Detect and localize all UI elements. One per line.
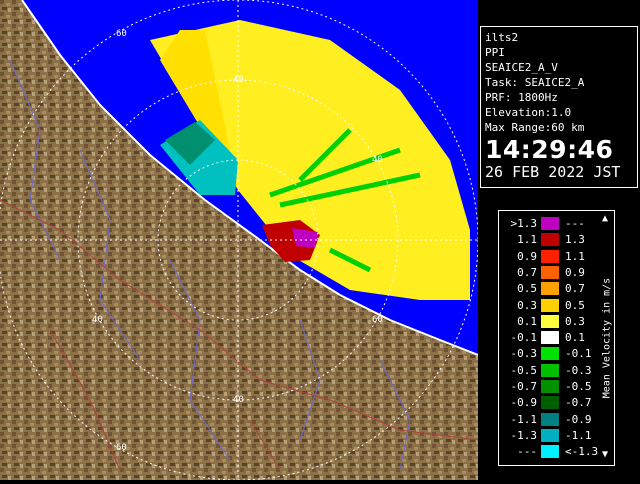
legend-low-value: 0.9 — [517, 249, 537, 263]
radar-map[interactable]: 60 40 40 40 40 60 60 — [0, 0, 478, 480]
legend-high-value: 0.1 — [565, 331, 585, 345]
max-range-value: Max Range:60 km — [485, 121, 585, 134]
legend-high-value: --- — [565, 217, 585, 230]
legend-high-value: 0.9 — [565, 265, 585, 279]
legend-swatch — [541, 396, 559, 410]
legend-low-value: -0.3 — [510, 347, 538, 361]
legend-high-value: 0.3 — [565, 314, 585, 328]
prf-value: PRF: 1800Hz — [485, 91, 558, 104]
ring-label-e40: 40 — [372, 155, 383, 165]
legend-low-value: 0.3 — [517, 298, 537, 312]
legend-low-value: -0.1 — [510, 331, 538, 345]
legend-high-value: <-1.3 — [565, 445, 599, 459]
legend-row: 0.9 1.1 — [499, 249, 599, 264]
legend-high-value: 1.3 — [565, 233, 585, 247]
legend-row: -1.1 -0.9 — [499, 412, 599, 427]
legend-bottom-arrow-icon: ▼ — [602, 449, 609, 460]
legend-title: Mean Velocity in m/s — [601, 277, 613, 399]
legend-low-value: -0.5 — [510, 363, 538, 377]
radar-svg: 60 40 40 40 40 60 60 — [0, 0, 478, 480]
legend-row: 0.7 0.9 — [499, 265, 599, 280]
product-name: SEAICE2_A_V — [485, 61, 558, 74]
legend-high-value: 0.5 — [565, 298, 585, 312]
legend-low-value: -1.1 — [510, 412, 538, 426]
legend-low-value: 0.7 — [517, 265, 537, 279]
legend-high-value: -0.5 — [565, 380, 592, 393]
scan-date: 26 FEB 2022 JST — [485, 163, 621, 181]
ring-label-s40: 40 — [233, 395, 244, 405]
legend-swatch — [541, 445, 559, 459]
site-name: ilts2 — [485, 31, 519, 44]
elevation-value: Elevation:1.0 — [485, 106, 572, 119]
ring-label-w40: 40 — [92, 315, 103, 325]
legend-row: 0.1 0.3 — [499, 314, 599, 329]
legend-swatch — [541, 282, 559, 296]
legend-swatch — [541, 380, 559, 393]
legend-low-value: --- — [517, 445, 537, 459]
legend-high-value: -0.3 — [565, 363, 592, 377]
legend-swatch — [541, 249, 559, 263]
ring-label-n60: 60 — [116, 29, 127, 39]
legend-low-value: 0.1 — [517, 314, 537, 328]
legend-row: -0.7 -0.5 — [499, 379, 599, 394]
legend-swatch — [541, 428, 559, 442]
legend-row: -0.3 -0.1 — [499, 346, 599, 361]
legend-high-value: -0.7 — [565, 396, 592, 410]
legend-low-value: -0.7 — [510, 380, 538, 393]
task-name: Task: SEAICE2_A — [485, 76, 585, 89]
legend-high-value: -0.9 — [565, 412, 592, 426]
ring-label-se60: 60 — [372, 315, 383, 325]
scan-time: 14:29:46 — [485, 135, 614, 164]
info-panel: ilts2 PPI SEAICE2_A_V Task: SEAICE2_A PR… — [480, 26, 638, 188]
legend-high-value: -0.1 — [565, 347, 592, 361]
legend-row: 0.3 0.5 — [499, 298, 599, 313]
legend-row: -0.5 -0.3 — [499, 363, 599, 378]
legend-low-value: -1.3 — [510, 428, 538, 442]
legend-swatch — [541, 347, 559, 361]
legend-low-value: 1.1 — [517, 233, 537, 247]
legend-row: 0.5 0.7 — [499, 281, 599, 296]
legend-row: 1.1 1.3 — [499, 232, 599, 247]
legend-swatch — [541, 233, 559, 247]
legend-row: --- <-1.3 — [499, 444, 599, 459]
legend-swatch — [541, 217, 559, 230]
ring-label-n40: 40 — [233, 75, 244, 85]
legend-low-value: -0.9 — [510, 396, 538, 410]
legend-low-value: 0.5 — [517, 282, 537, 296]
legend-high-value: -1.1 — [565, 428, 592, 442]
legend-row: -1.3 -1.1 — [499, 428, 599, 443]
legend-row: -0.9 -0.7 — [499, 395, 599, 410]
legend-top-arrow-icon: ▲ — [602, 213, 609, 224]
legend-row: -0.1 0.1 — [499, 330, 599, 345]
legend-swatch — [541, 412, 559, 426]
legend-swatch — [541, 265, 559, 279]
legend-swatch — [541, 298, 559, 312]
legend-row: >1.3 --- — [499, 216, 599, 231]
legend-title-strip: Mean Velocity in m/s — [599, 211, 615, 465]
legend-swatch — [541, 314, 559, 328]
velocity-legend: >1.3 --- 1.1 1.3 0.9 1.1 0.7 0.9 0.5 0.7 0.3 0.5 0.1… — [498, 210, 615, 466]
scan-type: PPI — [485, 46, 505, 59]
legend-high-value: 1.1 — [565, 249, 585, 263]
legend-swatch — [541, 363, 559, 377]
legend-low-value: >1.3 — [510, 217, 538, 230]
ring-label-sw60: 60 — [116, 443, 127, 453]
legend-high-value: 0.7 — [565, 282, 585, 296]
legend-swatch — [541, 331, 559, 345]
